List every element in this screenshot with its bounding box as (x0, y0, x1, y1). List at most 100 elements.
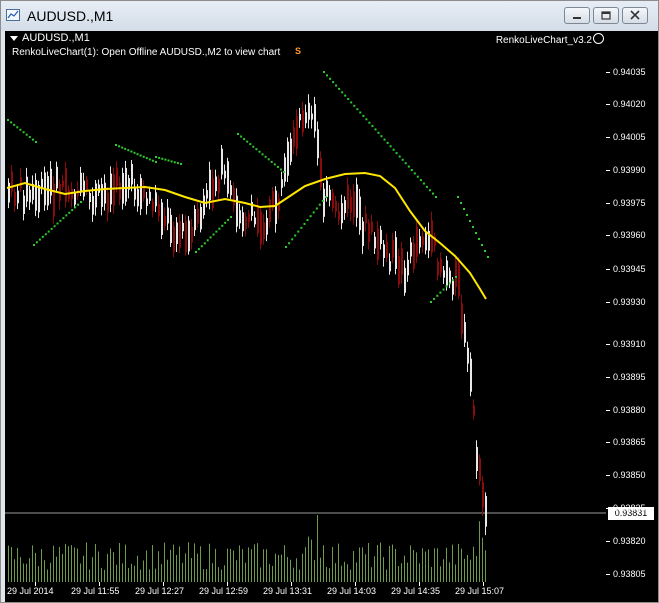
sar-dot (466, 214, 468, 216)
time-axis[interactable]: 29 Jul 2014 29 Jul 11:55 29 Jul 12:27 29 Ju… (5, 582, 658, 602)
candle-body (11, 171, 13, 192)
price-axis-label: 0.94005 (613, 132, 646, 142)
candle-body (104, 182, 106, 204)
close-button[interactable] (622, 7, 648, 24)
sar-dot (368, 121, 371, 124)
restore-button[interactable] (593, 7, 619, 24)
candle-body (86, 179, 88, 190)
sar-dot (164, 158, 167, 161)
candle-body (464, 322, 466, 343)
candle-body (446, 260, 448, 286)
price-axis[interactable]: 0.93831 0.94035 0.94020 0.94005 0.93990 0.93… (606, 31, 658, 582)
candle-body (350, 196, 352, 213)
candle-body (479, 458, 481, 482)
title-bar[interactable]: AUDUSD.,M1 (1, 1, 658, 31)
sar-dot (460, 202, 462, 204)
sar-dot (435, 196, 437, 198)
candle-body (455, 260, 457, 288)
candle-body (452, 281, 454, 295)
candle-body (407, 259, 409, 276)
sar-dot (80, 201, 82, 203)
chart-symbol-label: AUDUSD.,M1 (22, 32, 90, 44)
candle-body (116, 167, 118, 186)
candle-body (410, 242, 412, 257)
candle-body (305, 112, 307, 124)
price-tick (606, 475, 610, 476)
candle-body (293, 127, 295, 147)
candle-body (335, 201, 337, 212)
price-axis-label: 0.93960 (613, 230, 646, 240)
candle-body (167, 207, 169, 224)
candle-body (461, 303, 463, 335)
sar-dot (252, 145, 255, 148)
candle-body (392, 239, 394, 258)
sar-dot (209, 236, 212, 239)
candle-body (422, 236, 424, 246)
candle-body (26, 176, 28, 202)
candle-body (140, 178, 142, 210)
chart-menu-arrow-icon[interactable] (10, 36, 18, 41)
smiley-icon (593, 33, 604, 44)
candle-body (155, 192, 157, 207)
candle-body (65, 168, 67, 202)
close-icon (630, 10, 640, 20)
candle-body (242, 212, 244, 232)
candle-body (338, 211, 340, 220)
candle-body (101, 184, 103, 207)
sar-dot (353, 104, 356, 107)
sar-dot (44, 233, 47, 236)
candle-body (386, 241, 388, 258)
sar-dot (288, 242, 291, 245)
candle-body (437, 261, 439, 276)
sar-dot (33, 244, 35, 246)
sar-dot (38, 238, 41, 241)
sar-dot (237, 133, 239, 135)
sar-dot (264, 155, 267, 158)
sar-dot (383, 138, 386, 141)
sar-dot (115, 144, 117, 146)
candle-body (56, 166, 58, 189)
candle-body (467, 347, 469, 364)
candle-body (359, 196, 361, 231)
sar-dot (481, 244, 483, 246)
candle-body (74, 192, 76, 205)
sar-dot (258, 150, 261, 153)
sar-dot (463, 208, 465, 210)
minimize-button[interactable] (564, 7, 590, 24)
candle-body (395, 237, 397, 269)
candle-body (179, 220, 181, 248)
sar-dot (276, 165, 279, 168)
sar-dot (77, 203, 80, 206)
candle-body (80, 172, 82, 193)
sar-dot (136, 153, 139, 156)
price-tick (606, 72, 610, 73)
candle-body (107, 192, 109, 213)
chart-area[interactable]: AUDUSD.,M1 RenkoLiveChart(1): Open Offli… (5, 31, 606, 582)
candle-body (263, 222, 265, 240)
sar-dot (401, 158, 404, 161)
sar-dot (448, 282, 451, 285)
sar-dot (243, 138, 246, 141)
sar-dot (300, 226, 303, 229)
candle-body (134, 187, 136, 200)
candle-body (182, 222, 184, 232)
sar-dot (398, 155, 401, 158)
sar-dot (68, 211, 71, 214)
sar-dot (200, 245, 203, 248)
candle-body (308, 102, 310, 120)
candle-body (176, 222, 178, 245)
sar-dot (371, 125, 374, 128)
sar-dot (261, 153, 264, 156)
sar-dot (404, 162, 407, 165)
candle-body (92, 195, 94, 215)
price-plot[interactable] (5, 31, 606, 582)
sar-dot (19, 128, 22, 131)
candle-body (203, 195, 205, 216)
sar-dot (227, 218, 230, 221)
price-axis-label: 0.93850 (613, 470, 646, 480)
sar-dot (246, 140, 249, 143)
sar-dot (374, 128, 377, 131)
candle-body (377, 228, 379, 260)
time-axis-label: 29 Jul 14:03 (327, 586, 377, 596)
sar-dot (221, 224, 224, 227)
